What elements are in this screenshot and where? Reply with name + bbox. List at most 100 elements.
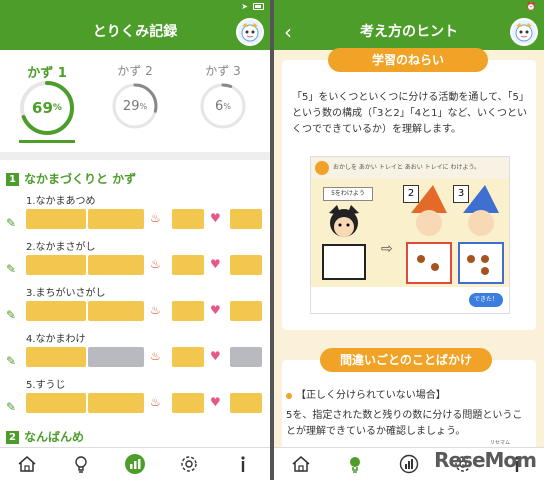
- kazu-3-unit: %: [223, 101, 231, 111]
- divide-five-label: 5をわけよう: [323, 187, 373, 201]
- completed-cell: [172, 347, 204, 367]
- fire-icon: ♨: [150, 257, 161, 271]
- completed-cell: [88, 255, 144, 275]
- arrow-icon: ⇨: [381, 241, 393, 257]
- illustration-instruction: おかしを あかい トレイと あおい トレイに わけよう。: [311, 157, 509, 179]
- info-icon: [241, 456, 245, 472]
- record-title: 3.まちがいさがし: [26, 288, 106, 299]
- section-number: 1: [6, 173, 19, 186]
- completed-cell: [230, 255, 262, 275]
- kazu-2-progress-ring: 29%: [111, 82, 159, 130]
- completed-cell: [172, 301, 204, 321]
- chart-icon: [125, 454, 145, 474]
- heart-icon: ♥: [210, 349, 221, 363]
- alarm-icon: ⏰: [526, 2, 536, 11]
- heart-icon: ♥: [210, 303, 221, 317]
- mistake-heading: 間違いごとのことばかけ: [320, 348, 492, 372]
- fire-icon: ♨: [150, 395, 161, 409]
- pencil-icon[interactable]: ✎: [6, 308, 16, 322]
- divider: [0, 152, 270, 160]
- hint-content: 学習のねらい 「5」をいくつといくつに分ける活動を通して、「5」という数の構成（…: [274, 48, 544, 450]
- tab-info[interactable]: [230, 451, 256, 477]
- pencil-icon[interactable]: ✎: [6, 262, 16, 276]
- record-row[interactable]: ✎ 3.まちがいさがし ♨ ♥: [0, 284, 270, 328]
- record-row[interactable]: ✎ 2.なかまさがし ♨ ♥: [0, 238, 270, 282]
- tab-hint[interactable]: [68, 451, 94, 477]
- page-title: とりくみ記録: [92, 24, 178, 40]
- kazu-1-progress-ring: 69%: [19, 80, 75, 136]
- completed-cell: [26, 255, 86, 275]
- record-row[interactable]: ✎ 1.なかまあつめ ♨ ♥: [0, 192, 270, 236]
- chart-icon: [399, 454, 419, 474]
- fire-icon: ♨: [150, 303, 161, 317]
- hint-screen: ⏰ ‹ 考え方のヒント 学習のねらい 「5」をいくつといくつに分ける活動を通して…: [274, 0, 544, 480]
- avatar-character-icon: [515, 23, 533, 42]
- completed-cell: [88, 301, 144, 321]
- tab-home[interactable]: [288, 451, 314, 477]
- record-title: 1.なかまあつめ: [26, 196, 96, 207]
- pencil-icon[interactable]: ✎: [6, 400, 16, 414]
- record-title: 4.なかまわけ: [26, 334, 86, 345]
- lightbulb-icon: [350, 457, 360, 473]
- completed-cell: [172, 393, 204, 413]
- location-icon: ➤: [241, 2, 248, 11]
- completed-cell: [88, 393, 144, 413]
- tab-settings[interactable]: [176, 451, 202, 477]
- red-count: 2: [403, 185, 419, 203]
- kazu-1-percent: 69: [32, 99, 53, 117]
- avatar[interactable]: [236, 18, 264, 46]
- kazu-2-tab[interactable]: かず 2 29%: [104, 62, 166, 130]
- avatar[interactable]: [510, 18, 538, 46]
- completed-cell: [26, 347, 86, 367]
- battery-icon: [253, 3, 264, 10]
- section-title-text: なかまづくりと かず: [24, 172, 137, 186]
- star-badge-icon: [315, 161, 329, 175]
- kazu-3-progress-ring: 6%: [199, 82, 247, 130]
- completed-cell: [26, 209, 86, 229]
- blue-count: 3: [453, 185, 469, 203]
- section-title-2: 2 なんばんめ: [6, 428, 84, 445]
- home-icon: [292, 456, 310, 472]
- kazu-3-percent: 6: [215, 98, 224, 114]
- tab-home[interactable]: [14, 451, 40, 477]
- pencil-icon[interactable]: ✎: [6, 354, 16, 368]
- status-bar: ➤: [0, 0, 270, 14]
- home-icon: [18, 456, 36, 472]
- completed-cell: [230, 209, 262, 229]
- record-row[interactable]: ✎ 5.すうじ ♨ ♥: [0, 376, 270, 420]
- back-button[interactable]: ‹: [284, 14, 292, 50]
- completed-cell: [26, 301, 86, 321]
- watermark-text: ReseMom: [434, 448, 537, 472]
- incomplete-cell: [230, 347, 262, 367]
- tab-records[interactable]: [122, 451, 148, 477]
- heart-icon: ♥: [210, 395, 221, 409]
- completed-cell: [172, 255, 204, 275]
- done-button[interactable]: できた！: [469, 293, 503, 307]
- completed-cell: [230, 393, 262, 413]
- aim-heading: 学習のねらい: [328, 48, 488, 72]
- records-screen: ➤ とりくみ記録 かず 1 69% かず 2 29% かず 3 6 % 1 なか…: [0, 0, 270, 480]
- tab-bar: [0, 447, 270, 480]
- fire-icon: ♨: [150, 211, 161, 225]
- completed-cell: [88, 209, 144, 229]
- kazu-3-tab[interactable]: かず 3 6%: [192, 62, 254, 130]
- kazu-2-label: かず 2: [117, 64, 153, 78]
- active-tab-indicator: [19, 140, 75, 143]
- kazu-2-unit: %: [139, 101, 148, 111]
- kazu-1-unit: %: [52, 103, 62, 113]
- pencil-icon[interactable]: ✎: [6, 216, 16, 230]
- record-title: 2.なかまさがし: [26, 242, 96, 253]
- case-text: 5を、指定された数と残りの数に分ける問題ということが理解できているか確認しましょ…: [286, 410, 523, 437]
- tab-records[interactable]: [396, 451, 422, 477]
- tab-hint[interactable]: [342, 451, 368, 477]
- bullet-icon: [286, 393, 292, 399]
- avatar-character-icon: [241, 23, 259, 42]
- activity-illustration: おかしを あかい トレイと あおい トレイに わけよう。 5をわけよう ⇨ 2: [310, 156, 510, 314]
- section-number: 2: [6, 431, 19, 444]
- heart-icon: ♥: [210, 257, 221, 271]
- section-title-1: 1 なかまづくりと かず: [6, 170, 136, 187]
- record-row[interactable]: ✎ 4.なかまわけ ♨ ♥: [0, 330, 270, 374]
- kazu-3-label: かず 3: [205, 64, 241, 78]
- kazu-1-tab[interactable]: かず 1 69%: [16, 62, 78, 143]
- completed-cell: [230, 301, 262, 321]
